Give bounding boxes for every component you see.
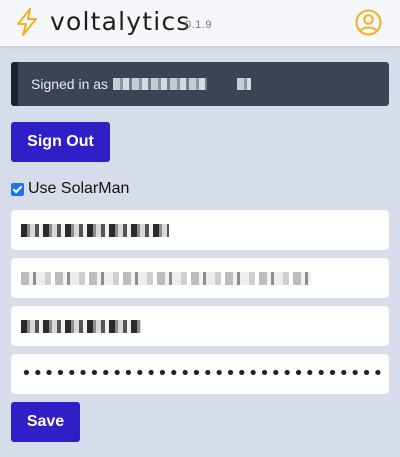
lightning-bolt-icon	[17, 8, 37, 36]
use-solarman-label[interactable]: Use SolarMan	[28, 180, 129, 198]
app-name: voltalytics	[50, 7, 191, 36]
redacted-field-value	[21, 320, 141, 333]
use-solarman-checkbox[interactable]	[11, 182, 24, 196]
redacted-user-email	[113, 78, 207, 90]
solarman-username-field[interactable]	[11, 306, 389, 346]
solarman-password-field[interactable]: ••••••••••••••••••••••••••••••••••••••••…	[11, 354, 389, 394]
app-header: voltalytics 0.1.9	[0, 0, 400, 46]
save-button[interactable]: Save	[11, 402, 80, 442]
solarman-app-id-field[interactable]	[11, 258, 389, 298]
redacted-field-value	[21, 272, 311, 285]
redacted-user-email-part	[237, 78, 251, 90]
signed-in-label: Signed in as	[31, 76, 109, 92]
password-value: ••••••••••••••••••••••••••••••••••••••••…	[21, 363, 383, 384]
solarman-url-field[interactable]	[11, 210, 389, 250]
sign-out-button[interactable]: Sign Out	[11, 122, 110, 162]
signed-in-banner: Signed in as	[11, 62, 389, 106]
redacted-field-value	[21, 224, 169, 237]
app-version: 0.1.9	[185, 19, 212, 31]
use-solarman-row[interactable]: Use SolarMan	[11, 180, 129, 198]
user-circle-icon[interactable]	[355, 9, 382, 36]
banner-accent-stripe	[11, 62, 18, 106]
